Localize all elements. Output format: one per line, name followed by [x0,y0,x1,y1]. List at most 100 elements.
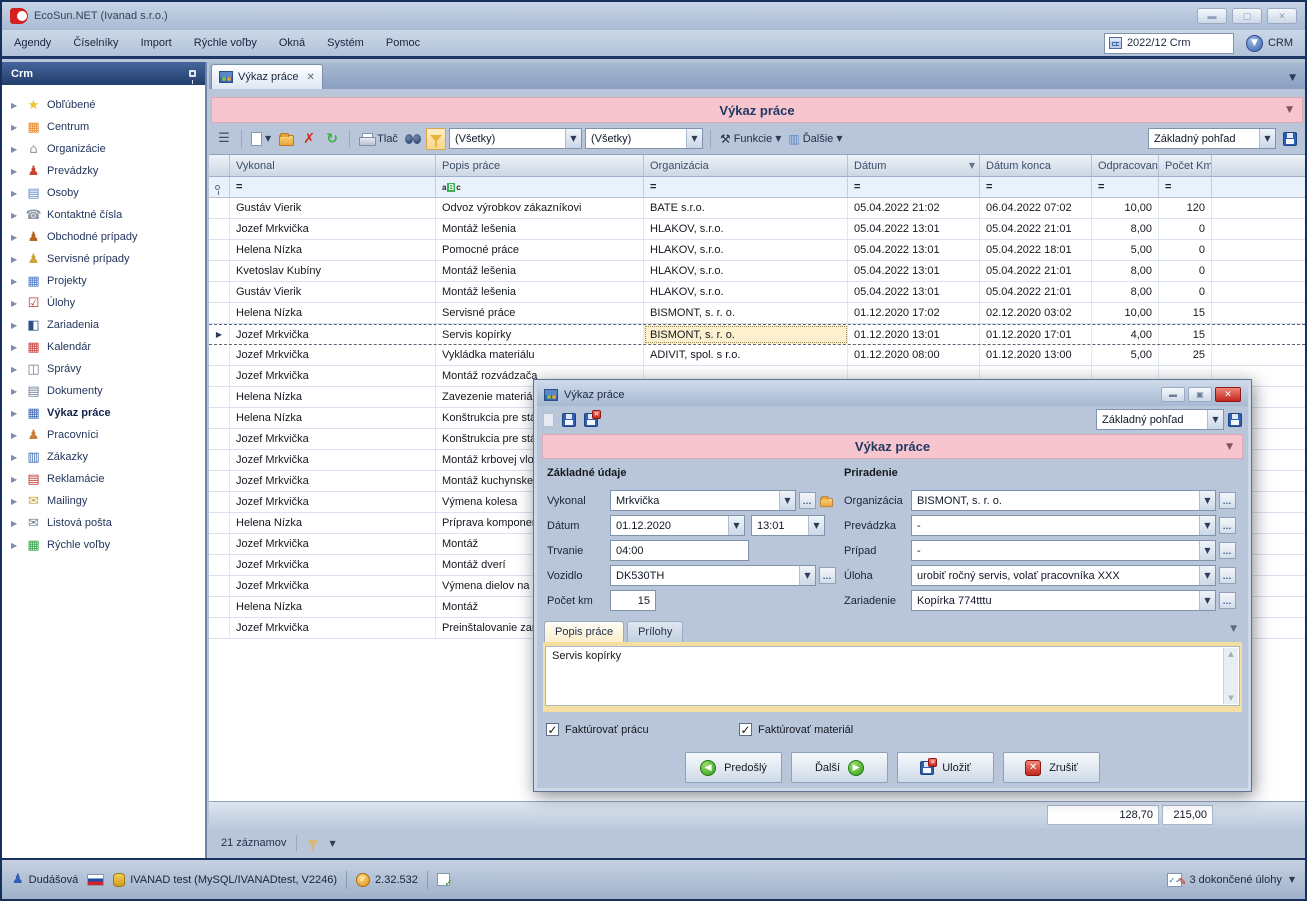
cell-vykonal[interactable]: Jozef Mrkvička [230,450,436,470]
expand-arrow-icon[interactable]: ▶ [11,101,24,110]
sidebar-item-10[interactable]: ▶◧Zariadenia [2,314,205,336]
cell-org[interactable]: HLAKOV, s.r.o. [644,261,848,281]
cell-vykonal[interactable]: Jozef Mrkvička [230,618,436,638]
filter-button[interactable] [426,128,446,150]
delete-record-button[interactable]: ✗ [299,128,319,150]
column-header-datum[interactable]: Dátum▼ [848,155,980,176]
expand-arrow-icon[interactable]: ▶ [11,431,24,440]
status-database[interactable]: IVANAD test (MySQL/IVANADtest, V2246) [113,873,337,887]
banner-caret-icon[interactable]: ▼ [1286,105,1293,115]
save-close-icon[interactable]: ✕ [584,413,598,427]
sidebar-item-3[interactable]: ▶♟Prevádzky [2,160,205,182]
cell-vykonal[interactable]: Helena Nízka [230,387,436,407]
column-header-datum_konca[interactable]: Dátum konca [980,155,1092,176]
cell-datum[interactable]: 05.04.2022 21:02 [848,198,980,218]
cell-km[interactable]: 0 [1159,219,1212,239]
expand-arrow-icon[interactable]: ▶ [11,343,24,352]
cell-popis[interactable]: Montáž lešenia [436,261,644,281]
cell-vykonal[interactable]: Jozef Mrkvička [230,345,436,365]
menu-item-0[interactable]: Agendy [14,37,51,49]
tab-vykaz-prace[interactable]: Výkaz práce ✕ [211,64,323,89]
close-button[interactable]: ✕ [1267,8,1297,24]
expand-arrow-icon[interactable]: ▶ [11,167,24,176]
cell-odprac[interactable]: 8,00 [1092,219,1159,239]
sidebar-item-4[interactable]: ▶▤Osoby [2,182,205,204]
tab-close-icon[interactable]: ✕ [307,72,315,83]
zrusit-button[interactable]: ✕ Zrušiť [1003,752,1100,783]
fakturovat-pracu-checkbox[interactable]: ✓ Faktúrovať prácu [546,723,739,736]
new-record-button[interactable]: ▼ [249,128,273,150]
vykonal-lookup-button[interactable]: … [799,492,816,509]
tab-prilohy[interactable]: Prílohy [627,621,683,642]
fakturovat-material-checkbox[interactable]: ✓ Faktúrovať materiál [739,723,932,736]
cell-org[interactable]: HLAKOV, s.r.o. [644,219,848,239]
open-folder-icon[interactable] [820,497,833,506]
calculator-check-icon[interactable] [437,873,450,886]
cell-vykonal[interactable]: Helena Nízka [230,513,436,533]
cell-vykonal[interactable]: Helena Nízka [230,597,436,617]
cell-vykonal[interactable]: Jozef Mrkvička [230,366,436,386]
dalsi-button[interactable]: Ďalší ▶ [791,752,888,783]
chevron-down-icon[interactable]: ▼ [1230,624,1237,634]
filter-combo-2[interactable]: (Všetky)▼ [585,128,703,149]
cell-org[interactable]: HLAKOV, s.r.o. [644,240,848,260]
table-row[interactable]: Helena NízkaServisné práceBISMONT, s. r.… [209,303,1305,324]
new-page-icon[interactable] [543,413,554,427]
sidebar-item-13[interactable]: ▶▤Dokumenty [2,380,205,402]
expand-arrow-icon[interactable]: ▶ [11,233,24,242]
menu-item-6[interactable]: Pomoc [386,37,420,49]
cell-vykonal[interactable]: Gustáv Vierik [230,198,436,218]
scrollbar[interactable]: ▲▼ [1223,648,1238,704]
sidebar-item-7[interactable]: ▶♟Servisné prípady [2,248,205,270]
cell-datum[interactable]: 01.12.2020 08:00 [848,345,980,365]
dialog-minimize-button[interactable]: ▬ [1161,387,1185,402]
column-header-org[interactable]: Organizácia [644,155,848,176]
sidebar-item-12[interactable]: ▶◫Správy [2,358,205,380]
save-view-icon[interactable] [1228,413,1242,427]
sidebar-item-1[interactable]: ▶▦Centrum [2,116,205,138]
expand-arrow-icon[interactable]: ▶ [11,409,24,418]
expand-arrow-icon[interactable]: ▶ [11,189,24,198]
cell-vykonal[interactable]: Jozef Mrkvička [230,534,436,554]
cell-datum[interactable]: 05.04.2022 13:01 [848,219,980,239]
cell-vykonal[interactable]: Helena Nízka [230,303,436,323]
cell-km[interactable]: 15 [1159,325,1212,344]
funkcie-dropdown[interactable]: ⚒Funkcie▼ [718,128,783,150]
chevron-down-icon[interactable]: ▼ [329,839,335,848]
menu-item-2[interactable]: Import [141,37,172,49]
period-field[interactable]: 2022/12 Crm [1104,33,1234,54]
sidebar-item-9[interactable]: ▶☑Úlohy [2,292,205,314]
prevadzka-combo[interactable]: -▼ [911,515,1216,536]
cell-odprac[interactable]: 8,00 [1092,261,1159,281]
cell-vykonal[interactable]: Helena Nízka [230,240,436,260]
sidebar-item-16[interactable]: ▶▥Zákazky [2,446,205,468]
cell-vykonal[interactable]: Jozef Mrkvička [230,325,436,344]
cell-vykonal[interactable]: Jozef Mrkvička [230,576,436,596]
cell-km[interactable]: 25 [1159,345,1212,365]
cell-org[interactable]: BISMONT, s. r. o. [644,303,848,323]
zariadenie-combo[interactable]: Kopírka 774tttu▼ [911,590,1216,611]
cell-datum[interactable]: 05.04.2022 13:01 [848,240,980,260]
tab-popis-prace[interactable]: Popis práce [544,621,624,642]
funnel-icon[interactable] [308,840,319,846]
column-header-vykonal[interactable]: Vykonal [230,155,436,176]
sidebar-item-14[interactable]: ▶▦Výkaz práce [2,402,205,424]
cell-vykonal[interactable]: Kvetoslav Kubíny [230,261,436,281]
column-header-km[interactable]: Počet Km [1159,155,1212,176]
cell-odprac[interactable]: 4,00 [1092,325,1159,344]
uloha-lookup-button[interactable]: … [1219,567,1236,584]
maximize-button[interactable]: ▢ [1232,8,1262,24]
cell-org[interactable]: BISMONT, s. r. o. [644,325,848,344]
cell-popis[interactable]: Montáž lešenia [436,219,644,239]
cell-popis[interactable]: Servisné práce [436,303,644,323]
cell-vykonal[interactable]: Jozef Mrkvička [230,219,436,239]
cell-odprac[interactable]: 10,00 [1092,198,1159,218]
column-header-odprac[interactable]: Odpracovan... [1092,155,1159,176]
cell-vykonal[interactable]: Jozef Mrkvička [230,492,436,512]
sidebar-item-2[interactable]: ▶⌂Organizácie [2,138,205,160]
predosly-button[interactable]: ◀ Predošlý [685,752,782,783]
expand-arrow-icon[interactable]: ▶ [11,321,24,330]
expand-arrow-icon[interactable]: ▶ [11,123,24,132]
cell-datum_konca[interactable]: 05.04.2022 21:01 [980,261,1092,281]
filter-cell-org[interactable]: = [644,177,848,197]
